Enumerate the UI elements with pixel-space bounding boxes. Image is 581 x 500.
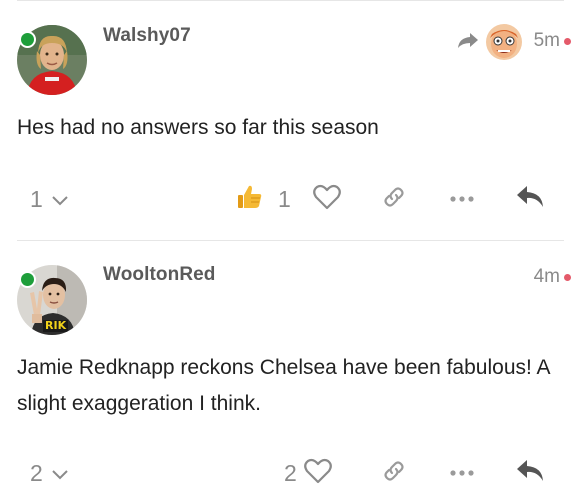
replies-count: 2 (30, 459, 43, 486)
chevron-down-icon (43, 186, 69, 213)
reply-arrow-icon (515, 458, 545, 489)
reply-button[interactable] (515, 455, 545, 491)
like-count: 2 (284, 459, 297, 486)
post-age-text: 5m (533, 30, 560, 51)
ellipsis-icon (449, 190, 475, 208)
reaction-count: 1 (278, 185, 291, 212)
reply-button[interactable] (515, 181, 545, 217)
reply-arrow-icon (515, 184, 545, 215)
reply-to-avatar (486, 24, 522, 60)
link-icon (380, 457, 408, 490)
thumbs-up-icon (236, 183, 264, 216)
link-icon (380, 183, 408, 216)
like-button[interactable] (312, 181, 342, 217)
heart-icon (303, 457, 333, 490)
more-actions-button[interactable] (449, 181, 475, 217)
online-status-indicator (19, 271, 36, 288)
post-actions: 2 2 (0, 455, 581, 491)
like-button[interactable]: 2 (284, 455, 333, 491)
username[interactable]: WooltonRed (103, 264, 216, 286)
post-age[interactable]: 5m (534, 30, 571, 52)
online-status-indicator (19, 31, 36, 48)
show-replies-button[interactable]: 2 (30, 455, 69, 491)
post-walshy07: Walshy07 5m Hes had no answers so far th… (0, 0, 581, 240)
show-replies-button[interactable]: 1 (30, 181, 69, 217)
avatar-badge: RIK (43, 319, 69, 332)
reply-to-indicator[interactable] (456, 24, 522, 60)
heart-icon (312, 183, 342, 216)
unread-indicator (564, 273, 571, 281)
copy-link-button[interactable] (380, 455, 408, 491)
unread-indicator (564, 37, 571, 45)
post-age[interactable]: 4m (534, 266, 571, 288)
share-arrow-icon (456, 30, 480, 55)
ellipsis-icon (449, 464, 475, 482)
copy-link-button[interactable] (380, 181, 408, 217)
user-avatar[interactable] (17, 25, 87, 95)
username[interactable]: Walshy07 (103, 25, 191, 47)
more-actions-button[interactable] (449, 455, 475, 491)
user-avatar[interactable]: RIK (17, 265, 87, 335)
replies-count: 1 (30, 185, 43, 212)
post-age-text: 4m (533, 266, 560, 287)
post-body: Hes had no answers so far this season (17, 116, 379, 139)
post-actions: 1 1 (0, 181, 581, 217)
chevron-down-icon (43, 460, 69, 487)
reaction-button[interactable]: 1 (236, 181, 291, 217)
post-body: Jamie Redknapp reckons Chelsea have been… (17, 356, 550, 415)
post-wooltonred: RIK WooltonRed 4m Jamie Redknapp reckons… (0, 240, 581, 500)
